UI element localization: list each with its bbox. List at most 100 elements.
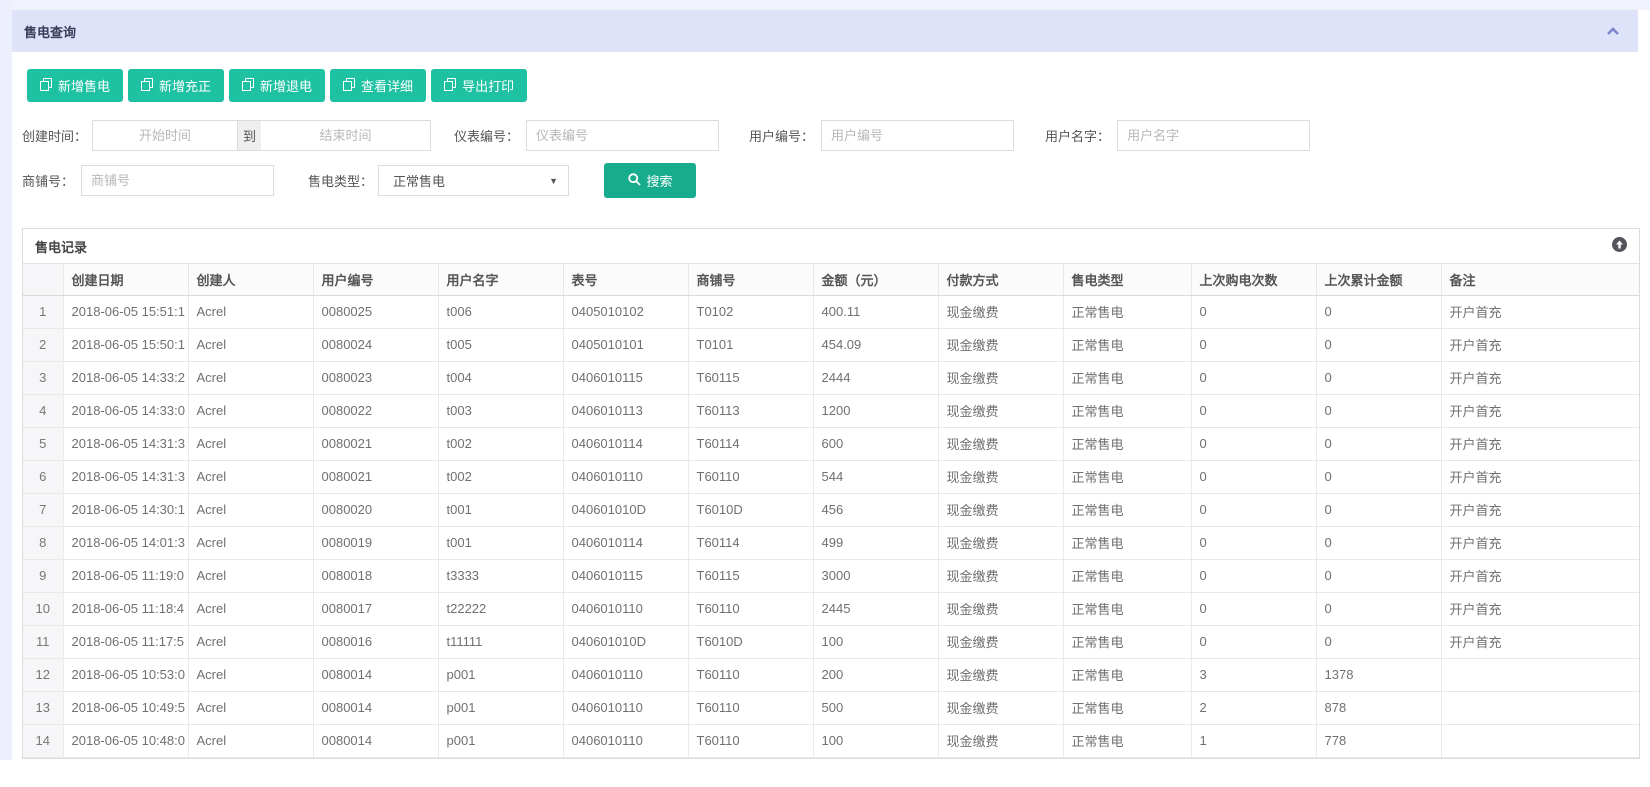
toolbar: 新增售电 新增充正 新增退电 查看详细 导出打印 [12, 52, 1650, 102]
table-row[interactable]: 32018-06-05 14:33:2Acrel0080023t00404060… [23, 361, 1639, 394]
table-row[interactable]: 112018-06-05 11:17:5Acrel0080016t1111104… [23, 625, 1639, 658]
button-label: 导出打印 [462, 76, 514, 95]
table-row[interactable]: 132018-06-05 10:49:5Acrel0080014p0010406… [23, 691, 1639, 724]
table-cell: 3000 [813, 559, 938, 592]
add-correction-button[interactable]: 新增充正 [128, 69, 224, 102]
shop-number-label: 商铺号： [22, 171, 74, 190]
user-id-input[interactable] [821, 120, 1014, 151]
col-header-shop-no: 商铺号 [688, 264, 813, 295]
user-name-input[interactable] [1117, 120, 1310, 151]
start-time-input[interactable] [92, 120, 238, 151]
table-row[interactable]: 52018-06-05 14:31:3Acrel0080021t00204060… [23, 427, 1639, 460]
sale-type-select[interactable]: 正常售电 ▼ [378, 165, 569, 196]
table-cell: 0080021 [313, 427, 438, 460]
table-cell: 0 [1316, 295, 1441, 328]
col-header-remark: 备注 [1441, 264, 1639, 295]
table-cell: 778 [1316, 724, 1441, 757]
records-panel-title: 售电记录 [35, 237, 87, 256]
table-cell: 现金缴费 [938, 460, 1063, 493]
filter-row-2: 商铺号： 售电类型： 正常售电 ▼ 搜索 [22, 163, 1650, 198]
table-cell: 200 [813, 658, 938, 691]
row-index: 12 [23, 658, 63, 691]
table-row[interactable]: 12018-06-05 15:51:1Acrel0080025t00604050… [23, 295, 1639, 328]
table-cell: T60110 [688, 460, 813, 493]
table-cell: t003 [438, 394, 563, 427]
shop-number-input[interactable] [81, 165, 274, 196]
col-header-payment: 付款方式 [938, 264, 1063, 295]
row-index: 13 [23, 691, 63, 724]
table-cell: 0406010115 [563, 361, 688, 394]
add-refund-button[interactable]: 新增退电 [229, 69, 325, 102]
table-cell: 0080014 [313, 691, 438, 724]
table-cell: 0080025 [313, 295, 438, 328]
copy-icon [242, 78, 254, 94]
table-cell: T0101 [688, 328, 813, 361]
row-index: 10 [23, 592, 63, 625]
table-cell: 开户首充 [1441, 361, 1639, 394]
table-cell: Acrel [188, 394, 313, 427]
table-row[interactable]: 92018-06-05 11:19:0Acrel0080018t33330406… [23, 559, 1639, 592]
table-cell: 0 [1316, 625, 1441, 658]
table-row[interactable]: 82018-06-05 14:01:3Acrel0080019t00104060… [23, 526, 1639, 559]
table-cell: 0406010114 [563, 526, 688, 559]
table-cell: 正常售电 [1063, 427, 1191, 460]
table-cell: 正常售电 [1063, 328, 1191, 361]
table-cell: T60114 [688, 526, 813, 559]
table-row[interactable]: 122018-06-05 10:53:0Acrel0080014p0010406… [23, 658, 1639, 691]
row-index: 9 [23, 559, 63, 592]
table-row[interactable]: 102018-06-05 11:18:4Acrel0080017t2222204… [23, 592, 1639, 625]
table-cell: 现金缴费 [938, 559, 1063, 592]
main-content: 新增售电 新增充正 新增退电 查看详细 导出打印 创建时间： 到 仪表编号： [12, 52, 1650, 787]
table-cell: 500 [813, 691, 938, 724]
table-cell: 2444 [813, 361, 938, 394]
table-cell: 现金缴费 [938, 691, 1063, 724]
col-header-index [23, 264, 63, 295]
table-cell: 1200 [813, 394, 938, 427]
view-detail-button[interactable]: 查看详细 [330, 69, 426, 102]
button-label: 查看详细 [361, 76, 413, 95]
col-header-meter-no: 表号 [563, 264, 688, 295]
search-button-label: 搜索 [647, 171, 673, 190]
end-time-input[interactable] [261, 120, 431, 151]
table-cell: 正常售电 [1063, 592, 1191, 625]
button-label: 新增退电 [260, 76, 312, 95]
table-cell: 开户首充 [1441, 493, 1639, 526]
search-button[interactable]: 搜索 [604, 163, 696, 198]
table-cell: 0080018 [313, 559, 438, 592]
table-row[interactable]: 142018-06-05 10:48:0Acrel0080014p0010406… [23, 724, 1639, 757]
table-row[interactable]: 22018-06-05 15:50:1Acrel0080024t00504050… [23, 328, 1639, 361]
table-cell: t005 [438, 328, 563, 361]
add-sale-button[interactable]: 新增售电 [27, 69, 123, 102]
table-cell: 现金缴费 [938, 328, 1063, 361]
table-cell: 544 [813, 460, 938, 493]
table-cell: 0080020 [313, 493, 438, 526]
meter-number-input[interactable] [526, 120, 719, 151]
row-index: 4 [23, 394, 63, 427]
row-index: 1 [23, 295, 63, 328]
table-cell: 正常售电 [1063, 460, 1191, 493]
table-cell: 456 [813, 493, 938, 526]
table-row[interactable]: 72018-06-05 14:30:1Acrel0080020t00104060… [23, 493, 1639, 526]
table-row[interactable]: 42018-06-05 14:33:0Acrel0080022t00304060… [23, 394, 1639, 427]
table-cell: 现金缴费 [938, 625, 1063, 658]
table-cell: 100 [813, 625, 938, 658]
table-cell: 3 [1191, 658, 1316, 691]
table-cell: 0 [1316, 526, 1441, 559]
scroll-top-button[interactable] [1612, 237, 1627, 255]
table-cell: 开户首充 [1441, 460, 1639, 493]
copy-icon [141, 78, 153, 94]
table-cell: 0 [1191, 493, 1316, 526]
export-print-button[interactable]: 导出打印 [431, 69, 527, 102]
table-cell: 1 [1191, 724, 1316, 757]
row-index: 5 [23, 427, 63, 460]
table-cell: 0080016 [313, 625, 438, 658]
table-cell: 0406010110 [563, 592, 688, 625]
table-cell: T60113 [688, 394, 813, 427]
row-index: 7 [23, 493, 63, 526]
table-cell: Acrel [188, 427, 313, 460]
table-cell: p001 [438, 724, 563, 757]
table-row[interactable]: 62018-06-05 14:31:3Acrel0080021t00204060… [23, 460, 1639, 493]
copy-icon [343, 78, 355, 94]
collapse-panel-button[interactable] [1606, 24, 1620, 39]
records-panel: 售电记录 创建日期 创建人 用户编号 用户名字 [22, 228, 1640, 759]
